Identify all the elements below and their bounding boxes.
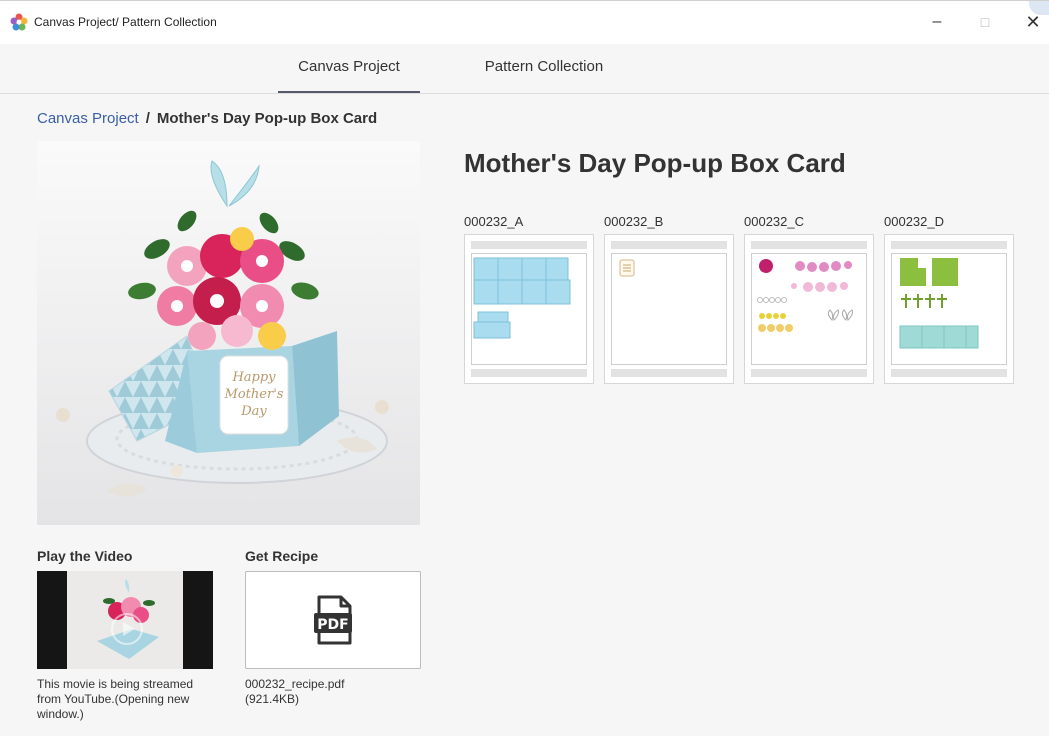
hero-tag-line-3: Day bbox=[240, 404, 267, 419]
minimize-button[interactable]: – bbox=[922, 9, 952, 35]
recipe-section-title: Get Recipe bbox=[245, 548, 319, 564]
video-caption: This movie is being streamed from YouTub… bbox=[37, 677, 194, 721]
breadcrumb: Canvas Project / Mother's Day Pop-up Box C… bbox=[37, 110, 377, 127]
pattern-code: 000232_B bbox=[604, 214, 664, 229]
breadcrumb-separator: / bbox=[145, 110, 150, 127]
pattern-card-c[interactable]: 000232_C bbox=[744, 214, 874, 384]
tab-bar: Canvas Project Pattern Collection bbox=[0, 44, 1049, 94]
hero-tag-line-2: Mother's bbox=[224, 387, 284, 402]
pattern-code: 000232_C bbox=[744, 214, 804, 229]
pdf-icon-label: PDF bbox=[317, 617, 348, 633]
video-thumbnail[interactable] bbox=[37, 571, 213, 669]
maximize-button[interactable]: □ bbox=[970, 9, 1000, 35]
pattern-code: 000232_D bbox=[884, 214, 944, 229]
pattern-code: 000232_A bbox=[464, 214, 524, 229]
project-title: Mother's Day Pop-up Box Card bbox=[464, 148, 846, 178]
window-titlebar: Canvas Project/ Pattern Collection – □ ✕ bbox=[0, 0, 1049, 45]
tab-pattern-collection[interactable]: Pattern Collection bbox=[473, 44, 615, 91]
recipe-filesize: (921.4KB) bbox=[245, 692, 300, 706]
pattern-thumbnail[interactable] bbox=[464, 234, 594, 384]
video-section-title: Play the Video bbox=[37, 548, 133, 564]
pattern-thumbnail[interactable] bbox=[884, 234, 1014, 384]
breadcrumb-current: Mother's Day Pop-up Box Card bbox=[156, 110, 378, 127]
pattern-thumbnail[interactable] bbox=[744, 234, 874, 384]
tab-canvas-project[interactable]: Canvas Project bbox=[278, 44, 420, 93]
pattern-card-d[interactable]: 000232_D bbox=[884, 214, 1014, 384]
pattern-card-a[interactable]: 000232_A bbox=[464, 214, 594, 384]
pattern-card-b[interactable]: 000232_B bbox=[604, 214, 734, 384]
recipe-download-button[interactable]: PDF bbox=[245, 571, 421, 669]
pdf-file-icon: PDF bbox=[314, 595, 352, 645]
recipe-filename[interactable]: 000232_recipe.pdf bbox=[245, 677, 344, 692]
hero-tag-line-1: Happy bbox=[231, 370, 276, 385]
recipe-file-info: 000232_recipe.pdf (921.4KB) bbox=[245, 677, 344, 707]
app-logo-icon bbox=[10, 13, 28, 31]
window-title: Canvas Project/ Pattern Collection bbox=[34, 15, 217, 29]
pattern-thumbnail[interactable] bbox=[604, 234, 734, 384]
project-hero-image: Happy Mother's Day bbox=[37, 141, 420, 525]
breadcrumb-link-canvas-project[interactable]: Canvas Project bbox=[37, 110, 139, 127]
